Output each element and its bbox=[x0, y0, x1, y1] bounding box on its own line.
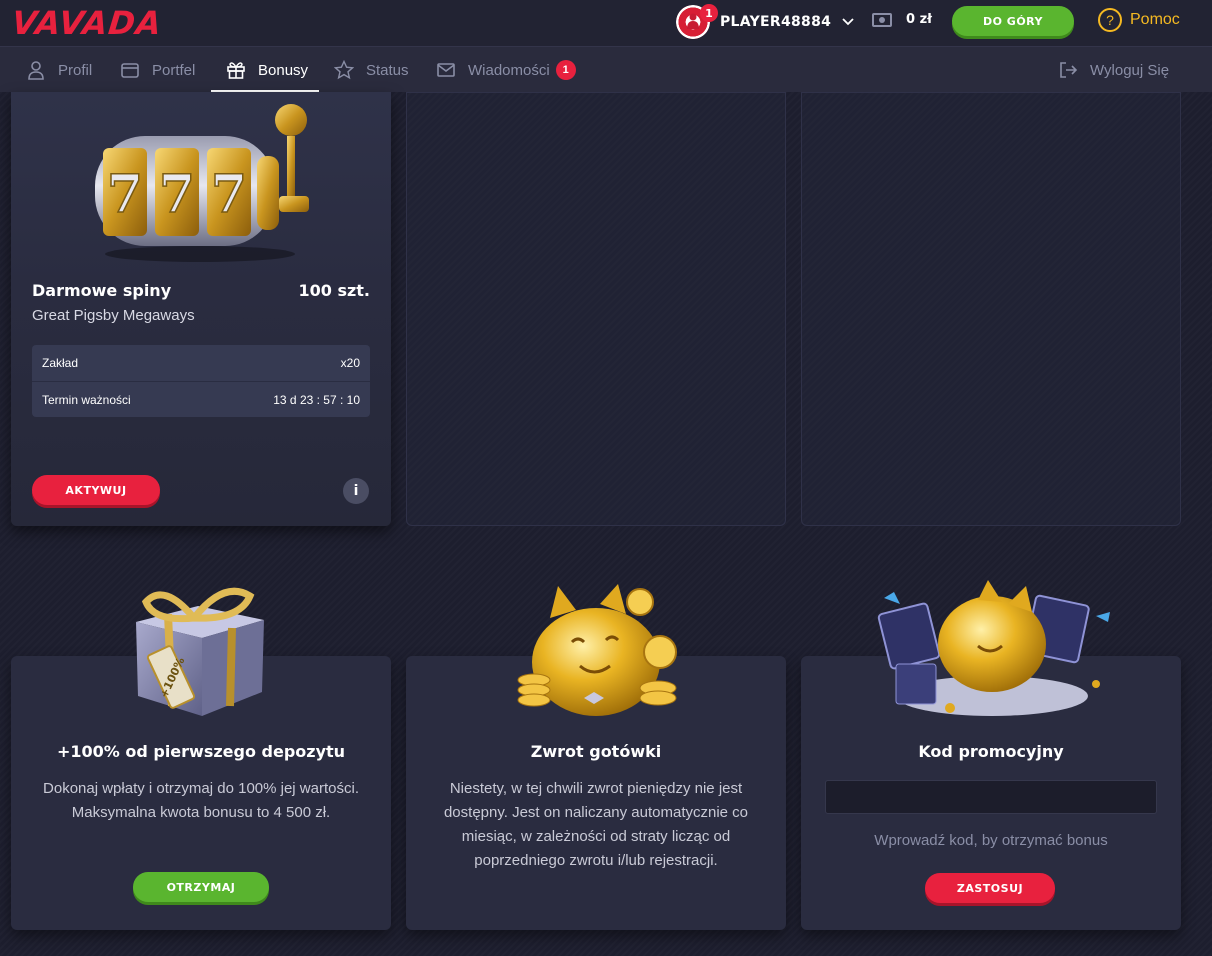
question-icon: ? bbox=[1098, 8, 1122, 32]
tab-label: Portfel bbox=[152, 61, 196, 79]
deposit-bonus-desc: Dokonaj wpłaty i otrzymaj do 100% jej wa… bbox=[43, 780, 359, 821]
tab-wiadomosci[interactable]: Wiadomości 1 bbox=[436, 47, 576, 93]
bonus-details-table: Zakład x20 Termin ważności 13 d 23 : 57 … bbox=[32, 345, 370, 417]
scroll-top-button[interactable]: DO GÓRY bbox=[952, 6, 1074, 36]
tab-profil[interactable]: Profil bbox=[26, 47, 92, 93]
promo-code-hint: Wprowadź kod, by otrzymać bonus bbox=[874, 832, 1108, 849]
avatar[interactable]: 1 bbox=[676, 4, 718, 39]
gift-icon bbox=[227, 62, 245, 79]
promo-code-title: Kod promocyjny bbox=[918, 742, 1064, 761]
promo-piggy-gifts-illustration bbox=[877, 580, 1110, 716]
cashback-desc: Niestety, w tej chwili zwrot pieniędzy n… bbox=[443, 780, 749, 869]
free-spins-title: Darmowe spiny bbox=[32, 281, 172, 300]
notification-badge: 1 bbox=[700, 4, 718, 22]
promo-code-input[interactable] bbox=[825, 780, 1157, 814]
piggy-bank-illustration bbox=[517, 584, 677, 716]
activate-button[interactable]: AKTYWUJ bbox=[32, 475, 160, 505]
balance-display[interactable]: 0 zł bbox=[872, 12, 932, 27]
top-bar: VAVADA 1 PLAYER48884 0 zł DO GÓRY ? Pomo… bbox=[0, 0, 1212, 46]
detail-label: Termin ważności bbox=[42, 392, 131, 407]
tab-label: Status bbox=[366, 61, 409, 79]
receive-button[interactable]: OTRZYMAJ bbox=[133, 872, 269, 902]
tab-label: Bonusy bbox=[258, 61, 309, 79]
wallet-icon bbox=[121, 63, 139, 78]
free-spins-card: 7 7 7 Darmowe spiny 100 szt. Great Pigsb… bbox=[11, 92, 391, 526]
logout-link[interactable]: Wyloguj Się bbox=[1058, 47, 1169, 93]
deposit-bonus-title: +100% od pierwszego depozytu bbox=[56, 742, 346, 761]
svg-text:7: 7 bbox=[211, 164, 247, 225]
chevron-down-icon[interactable] bbox=[841, 15, 855, 29]
tab-portfel[interactable]: Portfel bbox=[120, 47, 195, 93]
detail-row-expiry: Termin ważności 13 d 23 : 57 : 10 bbox=[32, 381, 370, 417]
balance-amount: 0 zł bbox=[906, 12, 932, 27]
detail-row-wager: Zakład x20 bbox=[32, 345, 370, 381]
empty-bonus-slot bbox=[801, 92, 1181, 526]
tab-status[interactable]: Status bbox=[334, 47, 409, 93]
cash-icon bbox=[872, 12, 892, 27]
username[interactable]: PLAYER48884 bbox=[720, 14, 831, 30]
user-avatar-icon bbox=[687, 13, 699, 29]
tab-label: Profil bbox=[58, 61, 93, 79]
svg-text:7: 7 bbox=[159, 164, 195, 225]
detail-value: 13 d 23 : 57 : 10 bbox=[273, 392, 360, 407]
gift-box-illustration: +100% bbox=[136, 587, 264, 716]
svg-text:7: 7 bbox=[107, 164, 143, 225]
user-icon bbox=[28, 61, 44, 80]
star-icon bbox=[334, 60, 354, 80]
free-spins-game: Great Pigsby Megaways bbox=[32, 307, 195, 324]
logout-icon bbox=[1060, 62, 1078, 78]
tab-label: Wiadomości bbox=[468, 61, 550, 79]
messages-badge: 1 bbox=[555, 60, 576, 80]
profile-nav: Profil Portfel Bonusy Status Wiadomości … bbox=[0, 46, 1212, 93]
detail-value: x20 bbox=[340, 356, 360, 370]
detail-label: Zakład bbox=[42, 356, 79, 370]
tab-bonusy[interactable]: Bonusy bbox=[226, 47, 308, 93]
user-menu[interactable]: 1 PLAYER48884 bbox=[676, 4, 855, 40]
help-link[interactable]: ? Pomoc bbox=[1098, 8, 1180, 32]
apply-button[interactable]: ZASTOSUJ bbox=[925, 873, 1055, 903]
slot-machine-illustration: 7 7 7 bbox=[95, 104, 309, 262]
vavada-logo[interactable]: VAVADA bbox=[10, 4, 164, 42]
logout-label: Wyloguj Się bbox=[1090, 61, 1170, 79]
empty-bonus-slot bbox=[406, 92, 786, 526]
help-label: Pomoc bbox=[1130, 11, 1180, 28]
free-spins-count: 100 szt. bbox=[298, 281, 370, 300]
cashback-title: Zwrot gotówki bbox=[530, 742, 662, 761]
info-icon[interactable]: i bbox=[343, 478, 369, 504]
mail-icon bbox=[437, 63, 455, 77]
